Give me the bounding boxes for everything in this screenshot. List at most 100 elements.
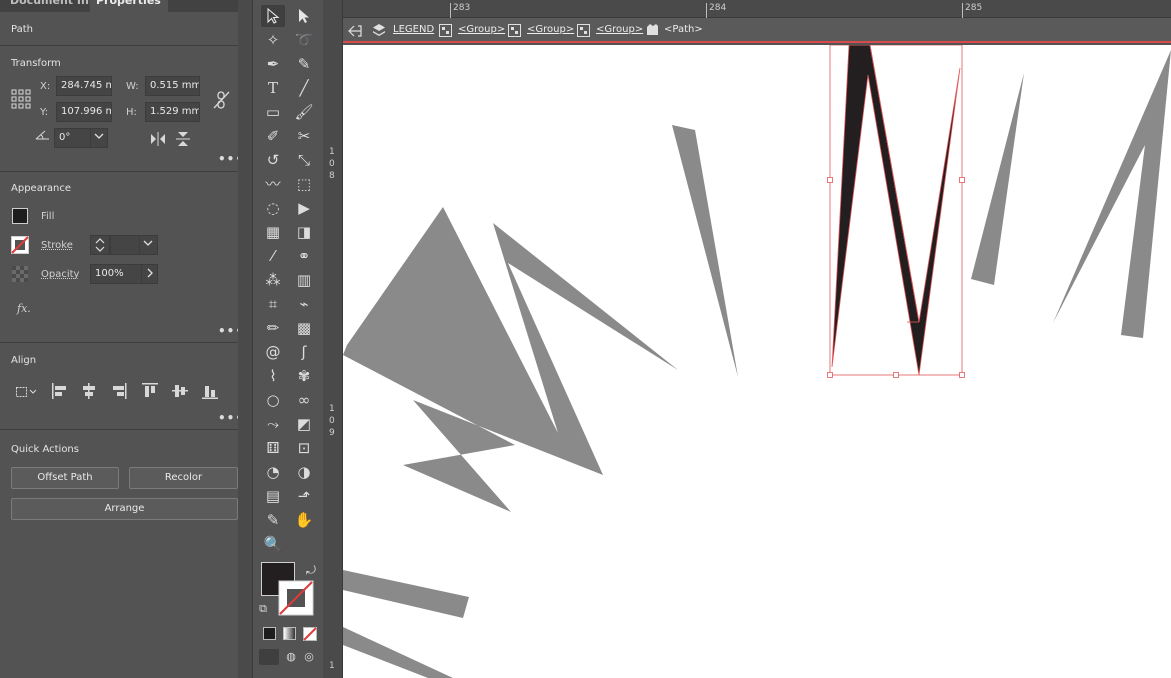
eraser-tool-icon[interactable]: ✏ bbox=[261, 317, 285, 339]
gauge-icon[interactable]: ◑ bbox=[292, 461, 316, 483]
draw-behind-icon[interactable]: ◍ bbox=[281, 646, 301, 668]
reshape-tool-icon[interactable]: ◔ bbox=[261, 461, 285, 483]
back-arrow-icon[interactable] bbox=[348, 24, 362, 38]
reference-point-icon[interactable] bbox=[11, 89, 31, 109]
curvature-tool-icon[interactable]: ✎ bbox=[292, 53, 316, 75]
default-colors-icon[interactable]: ⧉ bbox=[255, 598, 271, 620]
rotate-field[interactable]: 0° bbox=[54, 128, 92, 148]
type-tool-icon[interactable]: T bbox=[261, 77, 285, 99]
align-horizontal-center-icon[interactable] bbox=[80, 382, 98, 400]
stroke-swatch-icon[interactable] bbox=[11, 236, 29, 254]
opacity-arrow-button[interactable] bbox=[141, 264, 158, 284]
hand-tool-icon[interactable]: ✋ bbox=[292, 509, 316, 531]
symbol-sprayer-tool-icon[interactable]: ⁂ bbox=[261, 269, 285, 291]
flip-vertical-icon[interactable] bbox=[176, 131, 190, 147]
knife-tool-icon[interactable]: ⬏ bbox=[292, 485, 316, 507]
horizontal-ruler[interactable]: 283 284 285 bbox=[343, 0, 1171, 18]
breadcrumb-group[interactable]: <Group> bbox=[458, 24, 505, 35]
pencil-tool-icon[interactable]: ✎ bbox=[261, 509, 285, 531]
scale-tool-icon[interactable]: ⤡ bbox=[292, 149, 316, 171]
selection-tool-icon[interactable] bbox=[261, 5, 285, 27]
bounding-box-handle[interactable] bbox=[827, 372, 833, 378]
stroke-label[interactable]: Stroke bbox=[41, 240, 73, 251]
none-mode-icon[interactable] bbox=[303, 627, 317, 641]
paintbrush-tool-icon[interactable]: 🖌 bbox=[292, 101, 316, 123]
gradient-mode-icon[interactable] bbox=[283, 627, 296, 640]
slice-tool-icon[interactable]: ⌁ bbox=[292, 293, 316, 315]
crop-image-tool-icon[interactable]: ⊡ bbox=[292, 437, 316, 459]
breadcrumb-group[interactable]: <Group> bbox=[596, 24, 643, 35]
bounding-box-handle[interactable] bbox=[827, 177, 833, 183]
rectangle-tool-icon[interactable]: ▭ bbox=[261, 101, 285, 123]
stroke-weight-dropdown[interactable] bbox=[139, 235, 158, 255]
height-field[interactable]: 1.529 mm bbox=[145, 102, 200, 122]
breadcrumb-layer[interactable]: LEGEND bbox=[393, 24, 434, 35]
swap-colors-icon[interactable]: ⤾ bbox=[299, 559, 323, 581]
gradient-tool-icon[interactable]: ◨ bbox=[292, 221, 316, 243]
width-field[interactable]: 0.515 mm bbox=[145, 76, 200, 96]
align-left-icon[interactable] bbox=[51, 382, 69, 400]
color-mode-icon[interactable] bbox=[263, 627, 276, 640]
bounding-box-handle[interactable] bbox=[959, 372, 965, 378]
stroke-weight-field[interactable] bbox=[110, 235, 140, 255]
align-to-dropdown-icon[interactable] bbox=[13, 383, 39, 399]
rotate-tool-icon[interactable]: ↺ bbox=[261, 149, 285, 171]
fill-swatch[interactable] bbox=[12, 208, 28, 224]
vertical-ruler[interactable]: 1 0 8 1 0 9 1 bbox=[323, 0, 343, 678]
ruler-tool-icon[interactable]: ▤ bbox=[261, 485, 285, 507]
scissors-tool-icon[interactable]: ✂ bbox=[292, 125, 316, 147]
mesh-tool-icon[interactable]: ▦ bbox=[261, 221, 285, 243]
magic-wand-tool-icon[interactable]: ✧ bbox=[261, 29, 285, 51]
dice-icon[interactable]: ⚅ bbox=[261, 437, 285, 459]
artboard-canvas[interactable] bbox=[343, 45, 1171, 678]
shape-builder-tool-icon[interactable]: ◌ bbox=[261, 197, 285, 219]
align-vertical-center-icon[interactable] bbox=[171, 382, 189, 400]
x-field[interactable]: 284.745 mm bbox=[56, 76, 112, 96]
gradient-swatch-icon[interactable]: ▩ bbox=[292, 317, 316, 339]
shaper-tool-icon[interactable]: ✐ bbox=[261, 125, 285, 147]
draw-normal-icon[interactable] bbox=[259, 649, 279, 665]
align-right-icon[interactable] bbox=[110, 382, 128, 400]
eyedropper-tool-icon[interactable]: ⁄ bbox=[261, 245, 285, 267]
align-top-icon[interactable] bbox=[141, 382, 159, 400]
join-tool-icon[interactable]: ⤳ bbox=[261, 413, 285, 435]
artboard-tool-icon[interactable]: ⌗ bbox=[261, 293, 285, 315]
warp-tool-icon[interactable]: 〰 bbox=[261, 173, 285, 195]
arrange-button[interactable]: Arrange bbox=[11, 498, 238, 520]
breadcrumb-group[interactable]: <Group> bbox=[527, 24, 574, 35]
y-field[interactable]: 107.996 mm bbox=[56, 102, 112, 122]
twirl-tool-icon[interactable]: @ bbox=[261, 341, 285, 363]
draw-inside-icon[interactable]: ◎ bbox=[299, 646, 319, 668]
line-segment-tool-icon[interactable]: ╱ bbox=[292, 77, 316, 99]
tab-document-info[interactable]: Document Info bbox=[4, 0, 101, 12]
opacity-label[interactable]: Opacity bbox=[41, 269, 79, 280]
rotate-dropdown[interactable] bbox=[90, 128, 108, 148]
stroke-weight-stepper[interactable] bbox=[90, 235, 110, 255]
puppet-warp-tool-icon[interactable]: ✾ bbox=[292, 365, 316, 387]
align-bottom-icon[interactable] bbox=[201, 382, 219, 400]
column-graph-tool-icon[interactable]: ▥ bbox=[292, 269, 316, 291]
fx-effects-button[interactable]: fx. bbox=[17, 302, 31, 315]
anchor-point-tool-icon[interactable]: ⌇ bbox=[261, 365, 285, 387]
lasso-tool-icon[interactable]: ➰ bbox=[292, 29, 316, 51]
flip-horizontal-icon[interactable] bbox=[150, 132, 166, 146]
bounding-box-handle[interactable] bbox=[959, 177, 965, 183]
ellipse-tool-icon[interactable]: ○ bbox=[261, 389, 285, 411]
direct-selection-tool-icon[interactable] bbox=[292, 5, 316, 27]
pen-tool-icon[interactable]: ✒ bbox=[261, 53, 285, 75]
stroke-color-box-icon[interactable] bbox=[278, 580, 314, 616]
tab-properties[interactable]: Properties bbox=[90, 0, 168, 12]
zoom-tool-icon[interactable]: 🔍 bbox=[261, 533, 285, 555]
opacity-field[interactable]: 100% bbox=[90, 264, 142, 284]
blob-brush-tool-icon[interactable]: ∞ bbox=[292, 389, 316, 411]
bounding-box-handle[interactable] bbox=[893, 372, 899, 378]
constrain-proportions-icon[interactable] bbox=[212, 90, 232, 110]
recolor-button[interactable]: Recolor bbox=[129, 467, 238, 489]
selected-path[interactable] bbox=[827, 45, 965, 378]
blend-tool-icon[interactable]: ⚭ bbox=[292, 245, 316, 267]
offset-path-button[interactable]: Offset Path bbox=[11, 467, 119, 489]
perspective-grid-tool-icon[interactable]: ▶ bbox=[292, 197, 316, 219]
live-paint-tool-icon[interactable]: ◩ bbox=[292, 413, 316, 435]
free-transform-tool-icon[interactable]: ⬚ bbox=[292, 173, 316, 195]
properties-scrollbar[interactable] bbox=[238, 0, 252, 678]
